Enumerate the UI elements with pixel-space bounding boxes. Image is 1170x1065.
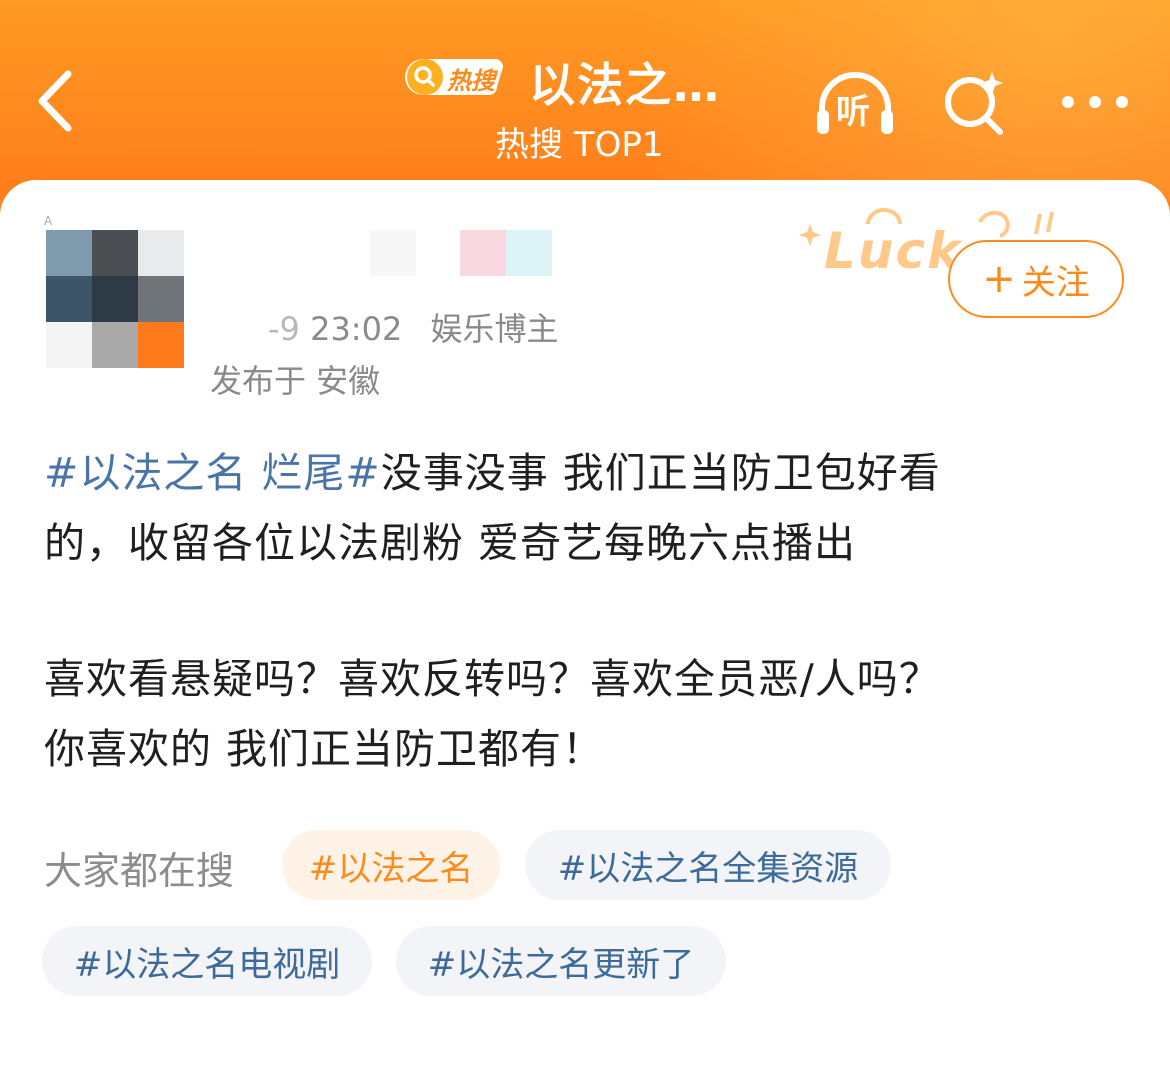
related-search-chip[interactable]: #以法之名电视剧: [42, 926, 372, 996]
page-title: 以法之…: [529, 58, 721, 112]
related-search-label: 大家都在搜: [44, 849, 235, 893]
post-line-1: #以法之名 烂尾#没事没事 我们正当防卫包好看: [44, 438, 1124, 508]
plus-icon: +: [982, 256, 1016, 302]
hot-search-badge: 热搜: [399, 55, 507, 99]
listen-button[interactable]: 听: [812, 70, 898, 140]
avatar[interactable]: [46, 230, 184, 368]
search-button[interactable]: [940, 68, 1010, 138]
follow-button[interactable]: + 关注: [948, 240, 1124, 318]
post-location: 发布于 安徽: [210, 362, 381, 400]
back-button[interactable]: [30, 66, 90, 136]
related-search-section: 大家都在搜 #以法之名 #以法之名全集资源 #以法之名电视剧 #以法之名更新了: [42, 830, 1144, 996]
post-meta: -9 23:02 娱乐博主: [210, 304, 558, 350]
post-line-1-text: 没事没事 我们正当防卫包好看: [380, 449, 941, 497]
top-header: 热搜 以法之… 热搜 TOP1 听: [0, 0, 1170, 200]
sparkle-search-icon: [945, 72, 1003, 135]
hashtag-link[interactable]: #以法之名 烂尾#: [44, 449, 381, 497]
post-line-4: 你喜欢的 我们正当防卫都有！: [44, 725, 605, 773]
username-blurred[interactable]: [370, 230, 552, 276]
post-line-3: 喜欢看悬疑吗？喜欢反转吗？喜欢全员恶/人吗？: [44, 655, 941, 703]
luck-text: Luck: [824, 222, 963, 280]
avatar-corner-mark: A: [44, 214, 53, 228]
more-dots-icon: [1062, 96, 1128, 108]
post-time: 23:02: [310, 310, 403, 348]
post-content: #以法之名 烂尾#没事没事 我们正当防卫包好看 的，收留各位以法剧粉 爱奇艺每晚…: [44, 438, 1124, 784]
hot-badge-label: 热搜: [447, 67, 495, 95]
post-line-2: 的，收留各位以法剧粉 爱奇艺每晚六点播出: [44, 519, 857, 567]
author-tag: 娱乐博主: [430, 310, 559, 348]
related-search-chip[interactable]: #以法之名: [282, 830, 500, 900]
related-search-chip[interactable]: #以法之名全集资源: [525, 830, 891, 900]
chevron-left-icon: [38, 70, 72, 132]
related-search-chip[interactable]: #以法之名更新了: [396, 926, 726, 996]
hot-search-title: 热搜 以法之… 热搜 TOP1: [395, 45, 775, 165]
follow-label: 关注: [1021, 262, 1090, 303]
post-date-fragment: -9: [268, 310, 300, 348]
listen-label: 听: [836, 92, 870, 132]
page-subtitle: 热搜 TOP1: [495, 125, 664, 165]
post-card: A -9 23:02 娱乐博主 发布于 安徽 Luck + 关注 #以法之名 烂…: [0, 180, 1170, 1065]
more-button[interactable]: [1060, 90, 1130, 114]
